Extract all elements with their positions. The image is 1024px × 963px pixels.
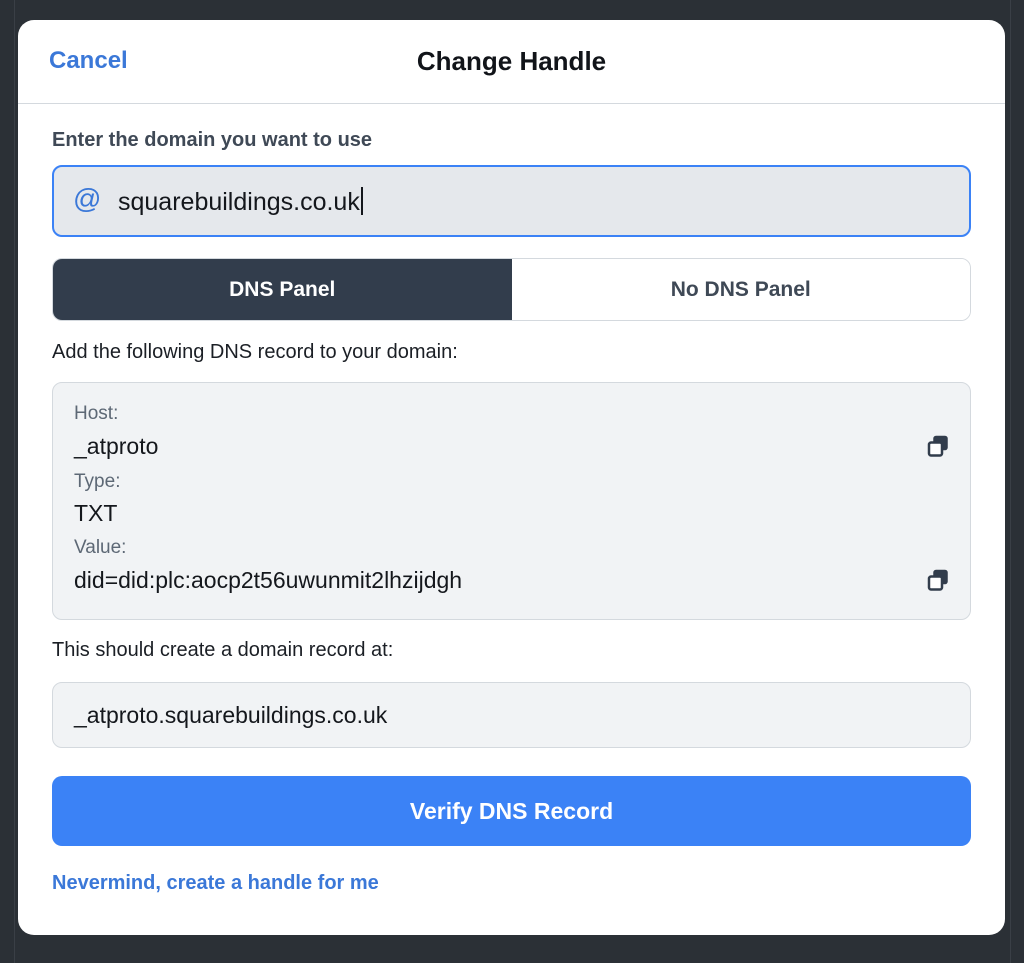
create-handle-link[interactable]: Nevermind, create a handle for me xyxy=(52,872,379,895)
dns-instructions: Add the following DNS record to your dom… xyxy=(52,341,458,363)
domain-record-box: _atproto.squarebuildings.co.uk xyxy=(52,682,971,748)
dialog-title: Change Handle xyxy=(416,46,607,76)
type-label: Type: xyxy=(74,471,121,492)
dns-mode-toggle: DNS Panel No DNS Panel xyxy=(52,258,971,321)
type-value: TXT xyxy=(74,500,118,526)
dialog-header: Cancel Change Handle xyxy=(18,20,1005,104)
domain-input-text: squarebuildings.co.uk xyxy=(118,188,360,216)
copy-value-icon[interactable] xyxy=(927,569,949,591)
domain-input[interactable]: @ squarebuildings.co.uk xyxy=(52,165,971,237)
dns-record-box: Host: _atproto Type: TXT Value: did=did:… xyxy=(52,382,971,620)
copy-host-icon[interactable] xyxy=(927,435,949,457)
domain-field-label: Enter the domain you want to use xyxy=(52,129,373,151)
host-label: Host: xyxy=(74,403,119,424)
at-sign-icon: @ xyxy=(73,183,102,214)
text-caret xyxy=(360,187,363,215)
domain-record-value: _atproto.squarebuildings.co.uk xyxy=(74,702,388,728)
domain-input-value[interactable]: squarebuildings.co.uk xyxy=(118,187,363,217)
backdrop-divider-left xyxy=(14,0,15,963)
domain-record-note: This should create a domain record at: xyxy=(52,639,394,661)
verify-dns-record-button[interactable]: Verify DNS Record xyxy=(52,776,971,846)
value-label: Value: xyxy=(74,537,127,558)
tab-dns-panel[interactable]: DNS Panel xyxy=(53,259,512,320)
tab-no-dns-panel[interactable]: No DNS Panel xyxy=(511,259,970,320)
change-handle-dialog: Cancel Change Handle Enter the domain yo… xyxy=(18,20,1005,935)
host-value: _atproto xyxy=(74,433,159,459)
value-value: did=did:plc:aocp2t56uwunmit2lhzijdgh xyxy=(74,567,463,593)
backdrop-divider-right xyxy=(1010,0,1011,963)
